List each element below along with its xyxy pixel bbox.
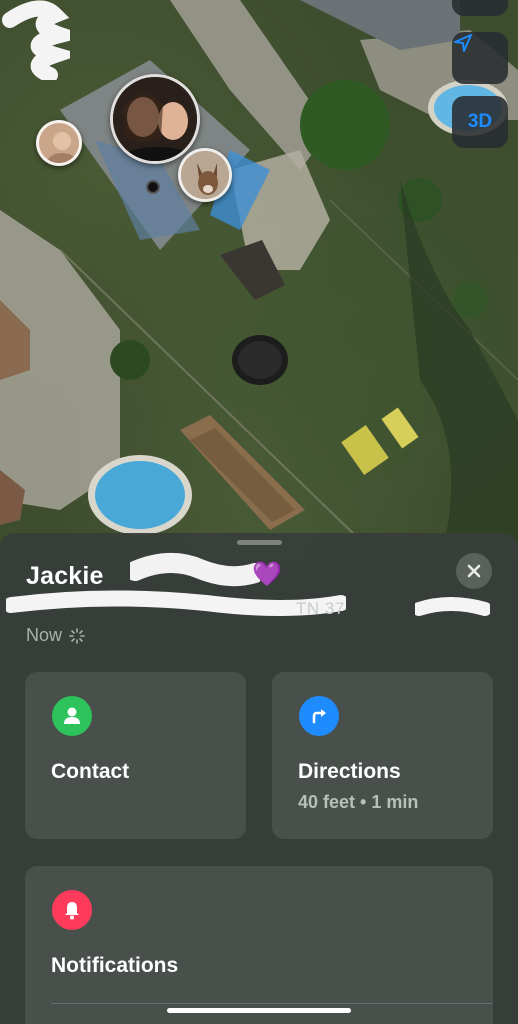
bell-icon — [52, 890, 92, 930]
status-text: Now — [26, 625, 63, 645]
avatar-person-1[interactable] — [36, 120, 82, 166]
avatar-dog[interactable] — [178, 148, 232, 202]
map-imagery — [0, 0, 518, 560]
contact-button[interactable]: Contact — [25, 672, 246, 839]
directions-button[interactable]: Directions 40 feet • 1 min — [272, 672, 493, 839]
person-icon — [52, 696, 92, 736]
person-name: Jackie — [26, 562, 104, 590]
sheet-grabber[interactable] — [237, 540, 282, 545]
divider — [51, 1003, 493, 1004]
notifications-section[interactable]: Notifications — [25, 866, 493, 1024]
location-status: Now — [26, 625, 86, 646]
redaction-scribble — [415, 597, 490, 616]
satellite-map[interactable]: 3D — [0, 0, 518, 560]
redaction-scribble — [6, 590, 346, 616]
location-dot — [146, 180, 160, 194]
spinner-icon — [69, 627, 85, 644]
locate-button[interactable] — [452, 32, 508, 84]
heart-emoji: 💜 — [252, 561, 282, 588]
notifications-label: Notifications — [51, 954, 179, 977]
contact-label: Contact — [51, 760, 130, 783]
redaction-scribble — [130, 552, 260, 587]
compass-button[interactable] — [452, 0, 508, 16]
directions-label: Directions — [298, 760, 401, 783]
view-3d-button[interactable]: 3D — [452, 96, 508, 148]
view-3d-label: 3D — [467, 111, 493, 132]
location-arrow-icon — [454, 34, 472, 52]
turn-right-arrow-icon — [299, 696, 339, 736]
close-button[interactable] — [456, 553, 492, 589]
person-detail-sheet: Jackie 💜 TN 37 Now Contact Directions 40… — [0, 533, 518, 1024]
redaction-scribble — [2, 0, 70, 80]
close-icon — [467, 564, 481, 578]
directions-eta: 40 feet • 1 min — [298, 792, 419, 812]
home-indicator[interactable] — [167, 1008, 351, 1013]
person-address: TN 37 — [296, 599, 345, 618]
